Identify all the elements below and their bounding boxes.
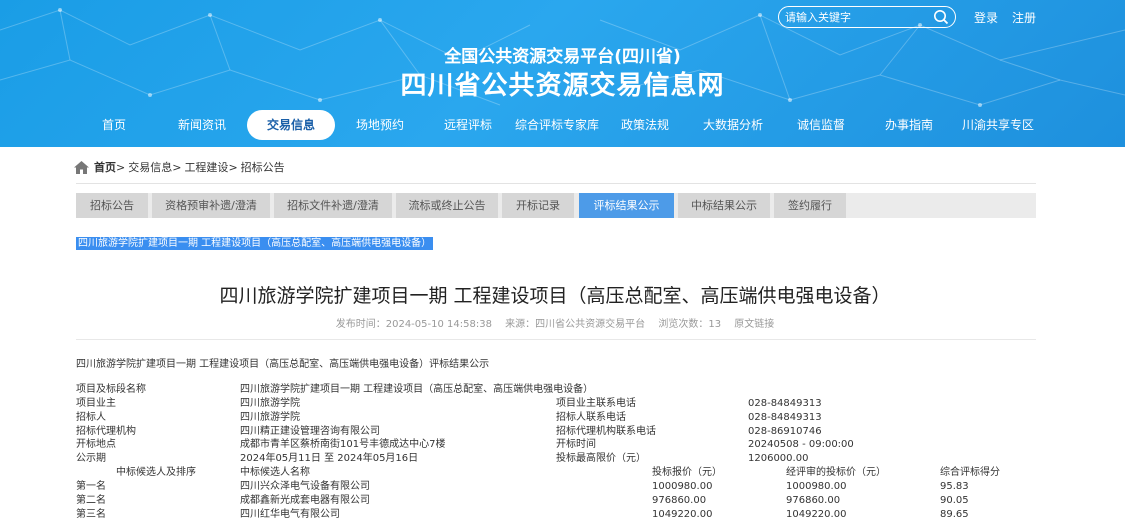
owner-value: 四川旅游学院 bbox=[240, 398, 300, 409]
site-title: 四川省公共资源交易信息网 bbox=[400, 71, 725, 101]
tenderer-phone-label: 招标人联系电话 bbox=[556, 412, 626, 423]
publish-time: 发布时间：2024-05-10 14:58:38 bbox=[335, 319, 492, 330]
tab-failed-terminated[interactable]: 流标或终止公告 bbox=[396, 193, 498, 218]
tab-doc-clarification[interactable]: 招标文件补遗/澄清 bbox=[274, 193, 392, 218]
tab-prequal-clarification[interactable]: 资格预审补遗/澄清 bbox=[152, 193, 270, 218]
col-header-evaluated-price: 经评审的投标价（元） bbox=[786, 467, 886, 478]
location-label: 开标地点 bbox=[76, 439, 116, 450]
tenderer-phone-value: 028-84849313 bbox=[748, 412, 822, 423]
col-header-name: 中标候选人名称 bbox=[240, 467, 310, 478]
candidate-bid-price: 976860.00 bbox=[652, 495, 707, 506]
candidate-rank: 第二名 bbox=[76, 495, 106, 506]
tenderer-label: 招标人 bbox=[76, 412, 106, 423]
open-time-value: 20240508 - 09:00:00 bbox=[748, 439, 854, 450]
tab-tender-notice[interactable]: 招标公告 bbox=[76, 193, 148, 218]
search-icon[interactable] bbox=[933, 9, 949, 25]
breadcrumb-separator: > bbox=[116, 160, 126, 174]
nav-item-big-data[interactable]: 大数据分析 bbox=[696, 108, 770, 142]
candidate-evaluated-price: 976860.00 bbox=[786, 495, 841, 506]
project-name-value: 四川旅游学院扩建项目一期 工程建设项目（高压总配室、高压端供电强电设备） bbox=[240, 384, 594, 395]
article-meta: 发布时间：2024-05-10 14:58:38 来源：四川省公共资源交易平台 … bbox=[0, 315, 1110, 330]
notice-tabs: 招标公告 资格预审补遗/澄清 招标文件补遗/澄清 流标或终止公告 开标记录 评标… bbox=[76, 193, 1036, 218]
nav-item-credit-supervision[interactable]: 诚信监督 bbox=[788, 108, 854, 142]
meta-divider bbox=[76, 339, 1036, 340]
nav-item-home[interactable]: 首页 bbox=[90, 108, 138, 142]
agency-value: 四川精正建设管理咨询有限公司 bbox=[240, 426, 380, 437]
location-value: 成都市青羊区蔡桥南街101号丰德成达中心7楼 bbox=[240, 439, 446, 450]
candidate-score: 89.65 bbox=[940, 509, 969, 520]
candidate-name: 成都鑫新光成套电器有限公司 bbox=[240, 495, 370, 506]
agency-label: 招标代理机构 bbox=[76, 426, 136, 437]
breadcrumb-separator: > bbox=[172, 160, 182, 174]
candidate-name: 四川兴众泽电气设备有限公司 bbox=[240, 481, 370, 492]
agency-phone-label: 招标代理机构联系电话 bbox=[556, 426, 656, 437]
max-price-value: 1206000.00 bbox=[748, 453, 809, 464]
tenderer-value: 四川旅游学院 bbox=[240, 412, 300, 423]
search-box bbox=[778, 6, 956, 28]
candidate-bid-price: 1000980.00 bbox=[652, 481, 713, 492]
period-label: 公示期 bbox=[76, 453, 106, 464]
tab-bid-opening-record[interactable]: 开标记录 bbox=[502, 193, 574, 218]
candidate-rank: 第一名 bbox=[76, 481, 106, 492]
breadcrumb-trade-info[interactable]: 交易信息 bbox=[128, 159, 172, 175]
nav-item-expert-pool[interactable]: 综合评标专家库 bbox=[510, 108, 604, 142]
login-link[interactable]: 登录 bbox=[974, 9, 998, 26]
owner-phone-label: 项目业主联系电话 bbox=[556, 398, 636, 409]
nav-item-trade-info[interactable]: 交易信息 bbox=[247, 110, 335, 140]
breadcrumb-engineering[interactable]: 工程建设 bbox=[184, 159, 228, 175]
breadcrumb-tender-notice[interactable]: 招标公告 bbox=[241, 159, 285, 175]
nav-item-guide[interactable]: 办事指南 bbox=[876, 108, 942, 142]
nav-item-chuanyu-share[interactable]: 川渝共享专区 bbox=[954, 108, 1042, 142]
view-count: 浏览次数：13 bbox=[658, 319, 722, 330]
original-link[interactable]: 原文链接 bbox=[734, 319, 774, 330]
col-header-rank: 中标候选人及排序 bbox=[116, 467, 196, 478]
nav-item-venue-booking[interactable]: 场地预约 bbox=[344, 108, 416, 142]
register-link[interactable]: 注册 bbox=[1012, 9, 1036, 26]
tab-contract-performance[interactable]: 签约履行 bbox=[774, 193, 846, 218]
max-price-label: 投标最高限价（元） bbox=[556, 453, 646, 464]
search-input[interactable] bbox=[785, 8, 925, 26]
breadcrumb: 首页 > 交易信息 > 工程建设 > 招标公告 bbox=[74, 158, 285, 176]
project-name-label: 项目及标段名称 bbox=[76, 384, 146, 395]
period-value: 2024年05月11日 至 2024年05月16日 bbox=[240, 453, 419, 464]
candidate-evaluated-price: 1000980.00 bbox=[786, 481, 847, 492]
main-nav: 首页 新闻资讯 交易信息 场地预约 远程评标 综合评标专家库 政策法规 大数据分… bbox=[0, 108, 1125, 142]
candidate-score: 90.05 bbox=[940, 495, 969, 506]
agency-phone-value: 028-86910746 bbox=[748, 426, 822, 437]
col-header-score: 综合评标得分 bbox=[940, 467, 1000, 478]
tab-award-result[interactable]: 中标结果公示 bbox=[678, 193, 770, 218]
article-title: 四川旅游学院扩建项目一期 工程建设项目（高压总配室、高压端供电强电设备） bbox=[219, 285, 891, 307]
candidate-bid-price: 1049220.00 bbox=[652, 509, 713, 520]
site-subtitle: 全国公共资源交易平台(四川省) bbox=[444, 47, 681, 67]
candidate-score: 95.83 bbox=[940, 481, 969, 492]
candidate-name: 四川红华电气有限公司 bbox=[240, 509, 340, 520]
nav-item-policy[interactable]: 政策法规 bbox=[612, 108, 678, 142]
breadcrumb-home[interactable]: 首页 bbox=[94, 159, 116, 175]
owner-label: 项目业主 bbox=[76, 398, 116, 409]
selected-project-title: 四川旅游学院扩建项目一期 工程建设项目（高压总配室、高压端供电强电设备） bbox=[76, 237, 434, 250]
candidate-rank: 第三名 bbox=[76, 509, 106, 520]
announcement-heading: 四川旅游学院扩建项目一期 工程建设项目（高压总配室、高压端供电强电设备）评标结果… bbox=[76, 359, 490, 370]
breadcrumb-divider bbox=[76, 183, 1036, 184]
col-header-bid-price: 投标报价（元） bbox=[652, 467, 722, 478]
nav-item-news[interactable]: 新闻资讯 bbox=[166, 108, 238, 142]
site-header: 登录 注册 全国公共资源交易平台(四川省) 四川省公共资源交易信息网 首页 新闻… bbox=[0, 0, 1125, 147]
open-time-label: 开标时间 bbox=[556, 439, 596, 450]
nav-item-remote-evaluation[interactable]: 远程评标 bbox=[432, 108, 504, 142]
candidate-evaluated-price: 1049220.00 bbox=[786, 509, 847, 520]
article-source: 来源：四川省公共资源交易平台 bbox=[505, 319, 646, 330]
breadcrumb-separator: > bbox=[228, 160, 238, 174]
tab-evaluation-result[interactable]: 评标结果公示 bbox=[579, 193, 674, 218]
owner-phone-value: 028-84849313 bbox=[748, 398, 822, 409]
home-icon bbox=[74, 160, 89, 174]
